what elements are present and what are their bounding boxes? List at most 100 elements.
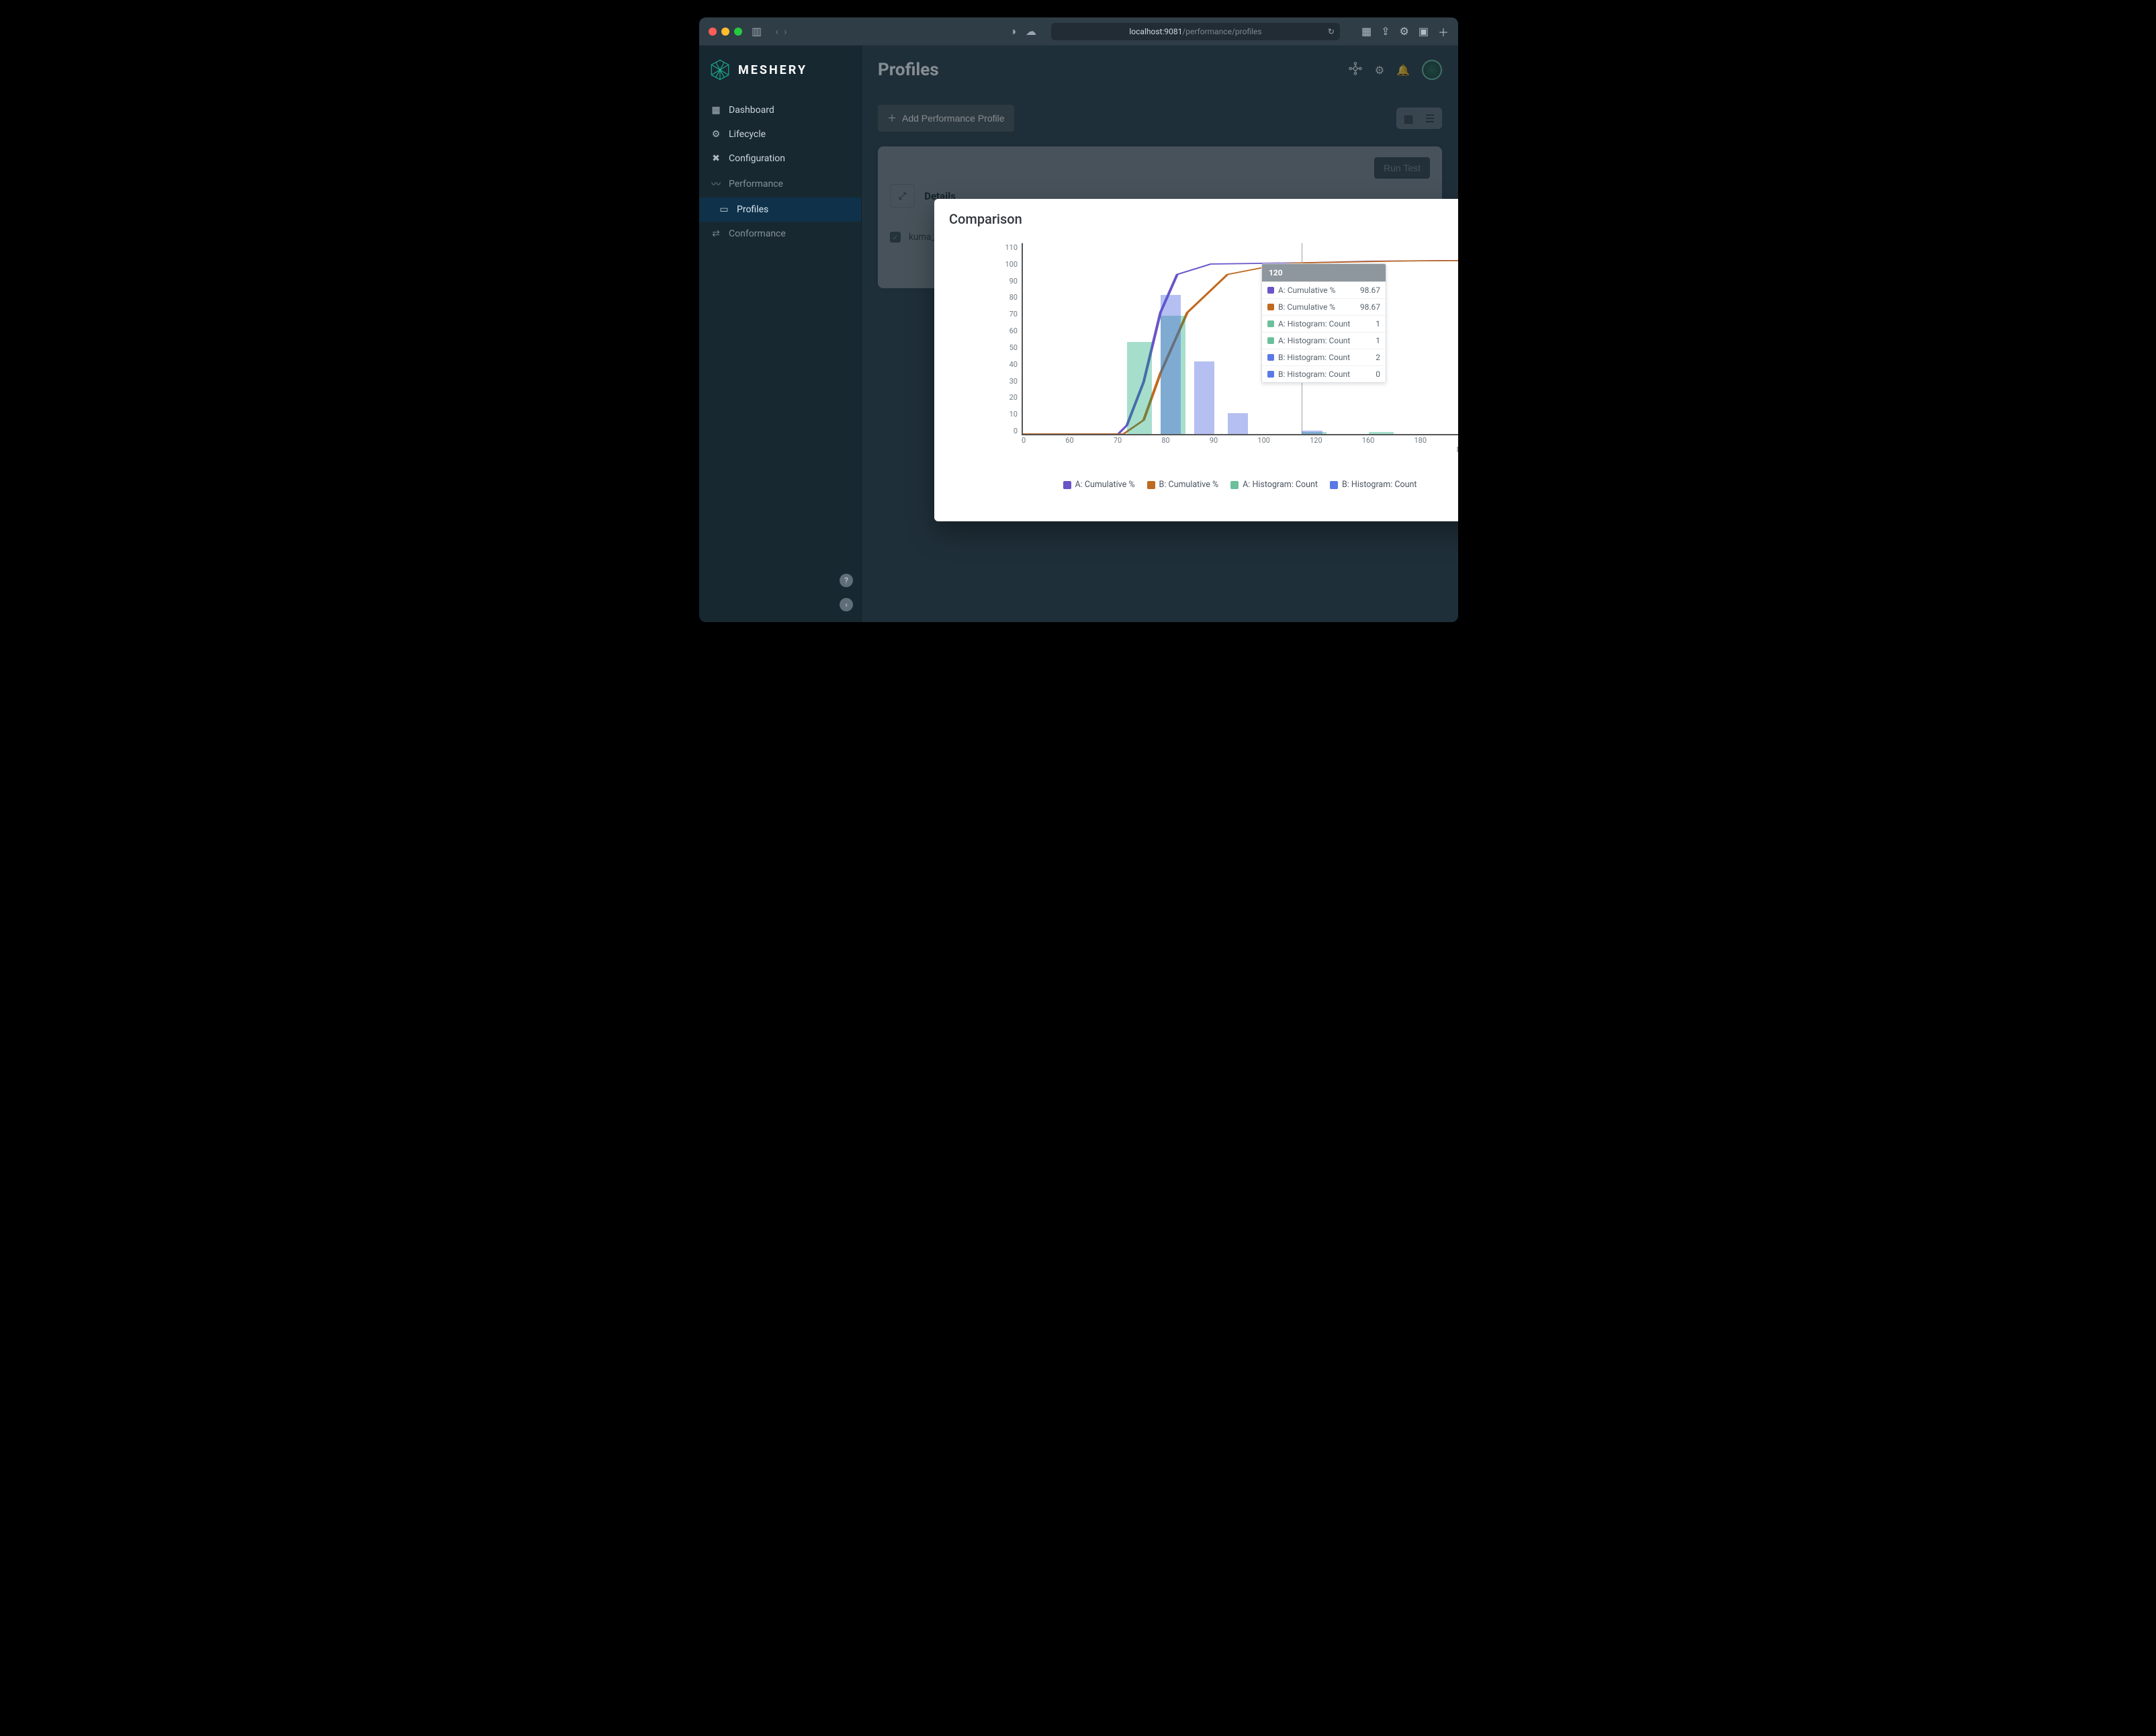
nav-arrows: ‹ › [775,25,787,38]
new-tab-icon[interactable]: ＋ [1438,24,1449,40]
histogram-bar [1369,432,1394,434]
y-tick: 40 [991,360,1018,369]
tooltip-label: A: Histogram: Count [1278,336,1350,345]
tooltip-label: B: Histogram: Count [1278,353,1350,362]
cloud-icon[interactable]: ☁ [1026,25,1036,38]
sidebar-item-label: Lifecycle [729,129,766,140]
collapse-sidebar-icon[interactable]: ‹ [840,598,853,611]
lifecycle-icon: ⚙ [710,129,722,140]
tooltip-swatch [1267,371,1274,378]
sidebar-item-label: Profiles [737,204,768,215]
sidebar-item-performance[interactable]: 〰Performance [699,171,861,198]
sidebar-item-lifecycle[interactable]: ⚙ Lifecycle [699,122,861,146]
reload-icon[interactable]: ↻ [1328,27,1335,36]
y-tick: 0 [991,427,1018,435]
tooltip-row: B: Cumulative %98.67 [1262,298,1386,315]
plot-area[interactable] [1022,243,1458,435]
sidebar-item-conformance[interactable]: ⇄ Conformance [699,222,861,246]
tooltip-label: A: Histogram: Count [1278,319,1350,329]
minimize-window-icon[interactable] [721,28,729,36]
y-tick: 30 [991,377,1018,386]
modal-title: Comparison [949,211,1458,227]
apps-grid-icon[interactable]: ▦ [1361,25,1372,38]
fullscreen-window-icon[interactable] [734,28,742,36]
x-tick: 100 [1257,436,1270,445]
chart: 1101009080706050403020100 11010090807060… [954,243,1458,476]
x-axis-label: Response time in ms [1457,445,1458,454]
tooltip-row: A: Histogram: Count 1 [1262,315,1386,332]
help-icon[interactable]: ? [840,574,853,587]
tooltip-label: B: Histogram: Count [1278,370,1350,379]
tooltip-x: 120 [1262,264,1386,281]
forward-icon[interactable]: › [784,25,787,38]
y-axis-ticks: 1101009080706050403020100 [991,243,1018,435]
sidebar-item-profiles[interactable]: ▭ Profiles [699,198,861,222]
close-window-icon[interactable] [709,28,717,36]
sidebar-item-label: Conformance [729,228,786,239]
legend-item[interactable]: B: Histogram: Count [1330,480,1417,490]
x-tick: 70 [1114,436,1122,445]
histogram-bar [1302,431,1322,434]
sidebar-footer: ? ‹ [699,567,861,622]
tooltip-label: A: Cumulative % [1278,286,1335,295]
sidebar-toggle-icon[interactable]: ▥ [752,25,762,38]
x-tick: 180 [1414,436,1427,445]
y-tick: 70 [991,310,1018,318]
settings-gear-icon[interactable]: ⚙ [1400,25,1409,38]
tooltip-label: B: Cumulative % [1278,302,1335,312]
legend-label: B: Histogram: Count [1342,480,1417,490]
sidebar-item-configuration[interactable]: ✖Configuration [699,146,861,171]
legend-item[interactable]: B: Cumulative % [1147,480,1219,490]
profiles-icon: ▭ [718,204,730,215]
back-icon[interactable]: ‹ [775,25,778,38]
app-shell: MESHERY ▦ Dashboard ⚙ Lifecycle ✖Configura… [699,46,1458,622]
share-icon[interactable]: ⇪ [1381,25,1390,38]
x-tick: 160 [1362,436,1375,445]
tooltip-swatch [1267,337,1274,344]
brand[interactable]: MESHERY [699,46,861,94]
tooltip-swatch [1267,304,1274,310]
url-path: /performance/profiles [1182,27,1261,36]
chart-legend: A: Cumulative % B: Cumulative % A: Histogr… [949,480,1458,490]
logo-icon [709,58,731,81]
tooltip-swatch [1267,320,1274,327]
legend-label: B: Cumulative % [1159,480,1219,490]
legend-label: A: Histogram: Count [1243,480,1318,490]
legend-swatch [1147,481,1155,489]
shield-icon[interactable]: ◑ [1009,25,1016,38]
tooltip-value: 0 [1376,370,1380,379]
address-bar[interactable]: localhost:9081/performance/profiles ↻ [1051,23,1340,40]
performance-icon: 〰 [710,177,722,191]
legend-label: A: Cumulative % [1075,480,1135,490]
histogram-bar [1228,413,1249,434]
conformance-icon: ⇄ [710,228,722,239]
x-tick: 0 [1022,436,1026,445]
x-tick: 60 [1065,436,1073,445]
histogram-bar [1127,342,1152,434]
legend-item[interactable]: A: Cumulative % [1063,480,1135,490]
window-controls [709,28,742,36]
tooltip-row: B: Histogram: Count2 [1262,349,1386,365]
browser-toolbar: ▥ ‹ › ◑ ☁ localhost:9081/performance/pro… [699,17,1458,46]
legend-swatch [1330,481,1338,489]
url-host: localhost:9081 [1129,27,1182,36]
y-tick: 20 [991,393,1018,402]
legend-item[interactable]: A: Histogram: Count [1230,480,1318,490]
x-axis-ticks: 060708090100120160180224.27 [1022,436,1458,445]
chart-tooltip: 120 A: Cumulative %98.67B: Cumulative %9… [1261,263,1386,383]
dashboard-icon: ▦ [710,105,722,116]
y-tick: 100 [991,260,1018,269]
main: Profiles ⚙ 🔔 ＋ Add Performan [862,46,1458,622]
extensions-icon[interactable]: ▣ [1419,25,1429,38]
tooltip-value: 1 [1376,319,1380,329]
browser-window: ▥ ‹ › ◑ ☁ localhost:9081/performance/pro… [699,17,1458,622]
legend-swatch [1230,481,1239,489]
tooltip-swatch [1267,287,1274,294]
sidebar: MESHERY ▦ Dashboard ⚙ Lifecycle ✖Configura… [699,46,862,622]
sidebar-item-label: Dashboard [729,105,774,116]
y-tick: 10 [991,410,1018,419]
nav: ▦ Dashboard ⚙ Lifecycle ✖Configuration 〰Pe… [699,94,861,246]
sidebar-item-dashboard[interactable]: ▦ Dashboard [699,98,861,122]
config-icon: ✖ [710,153,722,164]
x-tick: 80 [1161,436,1169,445]
